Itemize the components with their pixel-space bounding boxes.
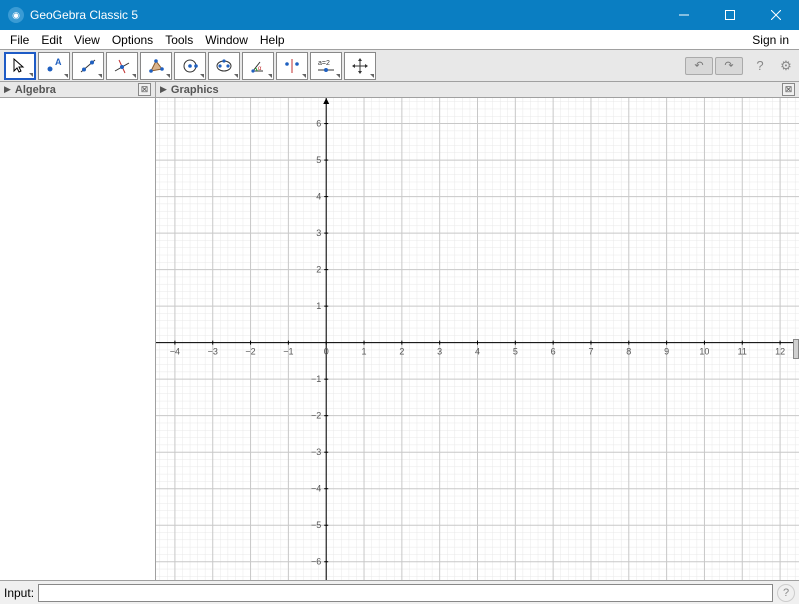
svg-text:3: 3 <box>437 347 442 357</box>
close-button[interactable] <box>753 0 799 30</box>
tool-move-view[interactable] <box>344 52 376 80</box>
graphics-panel: ▶ Graphics ⊠ −4−3−2−10123456789101112−6−… <box>156 82 799 580</box>
algebra-header[interactable]: ▶ Algebra ⊠ <box>0 82 155 98</box>
svg-text:1: 1 <box>316 301 321 311</box>
workspace: ▶ Algebra ⊠ ▶ Graphics ⊠ −4−3−2−10123456… <box>0 82 799 580</box>
window-controls <box>661 0 799 30</box>
svg-text:3: 3 <box>316 228 321 238</box>
menu-edit[interactable]: Edit <box>35 31 68 49</box>
menu-tools[interactable]: Tools <box>159 31 199 49</box>
algebra-panel: ▶ Algebra ⊠ <box>0 82 156 580</box>
svg-text:12: 12 <box>775 347 785 357</box>
svg-text:−4: −4 <box>311 484 321 494</box>
svg-text:8: 8 <box>626 347 631 357</box>
maximize-button[interactable] <box>707 0 753 30</box>
tool-perpendicular[interactable] <box>106 52 138 80</box>
svg-text:a=2: a=2 <box>318 60 330 67</box>
menubar: File Edit View Options Tools Window Help… <box>0 30 799 50</box>
svg-text:α: α <box>258 66 262 72</box>
toolbar-settings-icon[interactable]: ⚙ <box>777 57 795 75</box>
collapse-icon: ▶ <box>4 84 11 95</box>
input-label: Input: <box>4 586 34 600</box>
tool-circle[interactable] <box>174 52 206 80</box>
svg-text:1: 1 <box>362 347 367 357</box>
svg-text:11: 11 <box>738 347 747 357</box>
svg-text:−3: −3 <box>208 347 218 357</box>
menu-view[interactable]: View <box>68 31 106 49</box>
menu-options[interactable]: Options <box>106 31 159 49</box>
svg-text:4: 4 <box>475 347 480 357</box>
minimize-button[interactable] <box>661 0 707 30</box>
svg-text:4: 4 <box>316 192 321 202</box>
tool-angle[interactable]: α <box>242 52 274 80</box>
algebra-body[interactable] <box>0 98 155 580</box>
menu-signin[interactable]: Sign in <box>746 31 795 49</box>
toolbar-help-icon[interactable]: ? <box>751 57 769 75</box>
collapse-icon: ▶ <box>160 84 167 95</box>
svg-text:0: 0 <box>324 347 329 357</box>
tool-reflect[interactable] <box>276 52 308 80</box>
svg-text:2: 2 <box>316 265 321 275</box>
svg-text:−5: −5 <box>311 520 321 530</box>
toolbar: A α a=2 ↶ ↷ ? ⚙ <box>0 50 799 82</box>
menu-help[interactable]: Help <box>254 31 291 49</box>
svg-text:2: 2 <box>399 347 404 357</box>
svg-text:−2: −2 <box>311 411 321 421</box>
input-bar: Input: ? <box>0 580 799 604</box>
svg-text:−2: −2 <box>245 347 255 357</box>
svg-text:5: 5 <box>316 155 321 165</box>
svg-text:6: 6 <box>316 119 321 129</box>
window-title: GeoGebra Classic 5 <box>30 8 661 22</box>
svg-text:−1: −1 <box>311 374 321 384</box>
titlebar: ◉ GeoGebra Classic 5 <box>0 0 799 30</box>
algebra-title: Algebra <box>15 84 138 96</box>
svg-text:A: A <box>55 57 62 67</box>
tool-point[interactable]: A <box>38 52 70 80</box>
graphics-header[interactable]: ▶ Graphics ⊠ <box>156 82 799 98</box>
svg-text:−1: −1 <box>283 347 293 357</box>
svg-text:6: 6 <box>551 347 556 357</box>
panel-expand-handle[interactable] <box>793 339 799 359</box>
tool-slider[interactable]: a=2 <box>310 52 342 80</box>
svg-text:9: 9 <box>664 347 669 357</box>
tool-ellipse[interactable] <box>208 52 240 80</box>
app-icon: ◉ <box>8 7 24 23</box>
svg-text:10: 10 <box>699 347 709 357</box>
coordinate-grid: −4−3−2−10123456789101112−6−5−4−3−2−11234… <box>156 98 799 580</box>
menu-file[interactable]: File <box>4 31 35 49</box>
tool-polygon[interactable] <box>140 52 172 80</box>
svg-text:−3: −3 <box>311 447 321 457</box>
redo-button[interactable]: ↷ <box>715 57 743 75</box>
svg-text:−4: −4 <box>170 347 180 357</box>
input-help-icon[interactable]: ? <box>777 584 795 602</box>
graphics-title: Graphics <box>171 84 782 96</box>
svg-text:5: 5 <box>513 347 518 357</box>
input-field[interactable] <box>38 584 773 602</box>
tool-move[interactable] <box>4 52 36 80</box>
undo-button[interactable]: ↶ <box>685 57 713 75</box>
graphics-close-icon[interactable]: ⊠ <box>782 83 795 96</box>
tool-line[interactable] <box>72 52 104 80</box>
graphics-view[interactable]: −4−3−2−10123456789101112−6−5−4−3−2−11234… <box>156 98 799 580</box>
svg-text:−6: −6 <box>311 557 321 567</box>
svg-text:7: 7 <box>588 347 593 357</box>
menu-window[interactable]: Window <box>199 31 254 49</box>
algebra-close-icon[interactable]: ⊠ <box>138 83 151 96</box>
